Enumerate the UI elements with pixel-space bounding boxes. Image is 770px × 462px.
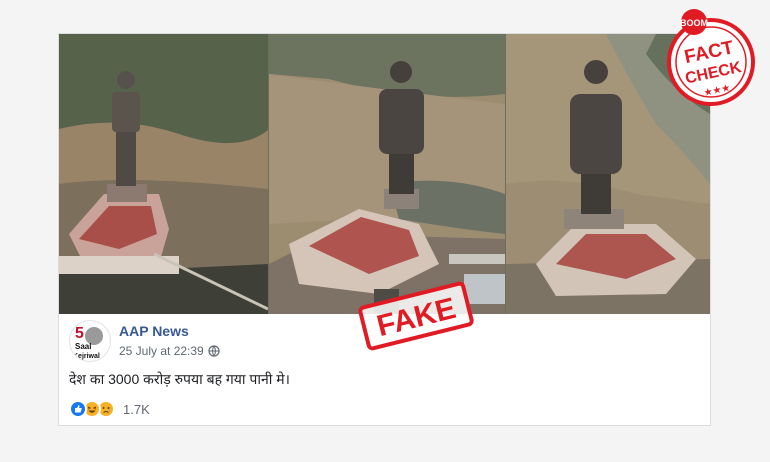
post-video-collage[interactable] xyxy=(59,34,710,314)
statue-aerial-frame-2 xyxy=(269,34,505,314)
video-frame-1 xyxy=(59,34,268,314)
page-name-link[interactable]: AAP News xyxy=(119,323,189,339)
svg-text:Saal: Saal xyxy=(75,342,91,351)
avatar-logo: 5 Saal Kejriwal xyxy=(73,325,103,360)
statue-aerial-frame-1 xyxy=(59,34,268,314)
page-avatar[interactable]: 5 Saal Kejriwal xyxy=(69,320,111,362)
timestamp-text: 25 July at 22:39 xyxy=(119,344,204,358)
post-timestamp[interactable]: 25 July at 22:39 xyxy=(119,344,220,360)
svg-text:Kejriwal: Kejriwal xyxy=(73,353,100,360)
reaction-count: 1.7K xyxy=(123,402,150,417)
badge-brand: BOOM xyxy=(680,18,708,28)
post-message: देश का 3000 करोड़ रुपया बह गया पानी मे। xyxy=(69,371,290,387)
svg-text:5: 5 xyxy=(75,325,84,342)
facebook-post-card: 5 Saal Kejriwal AAP News 25 July at 22:3… xyxy=(58,33,711,426)
like-reaction-icon xyxy=(69,400,87,418)
fact-check-badge-graphic: BOOM FACT CHECK ★★★ xyxy=(667,9,755,106)
globe-icon xyxy=(208,345,220,360)
boom-fact-check-badge: BOOM FACT CHECK ★★★ xyxy=(664,6,758,110)
video-frame-2 xyxy=(269,34,505,314)
